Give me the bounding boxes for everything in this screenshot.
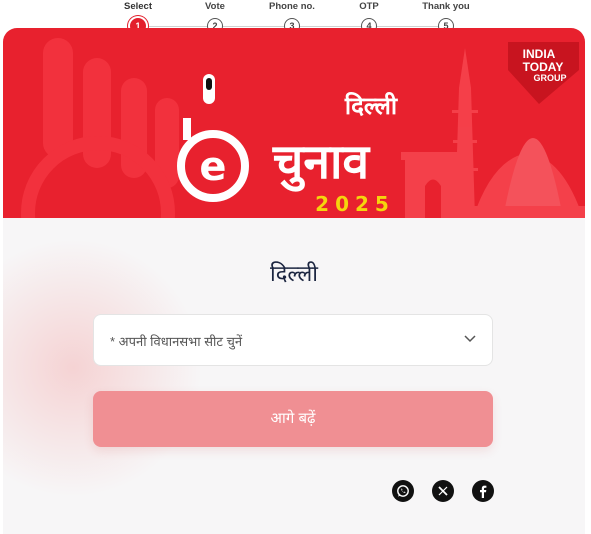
assembly-seat-select[interactable]: * अपनी विधानसभा सीट चुनें <box>93 314 493 366</box>
banner-year: 2025 <box>315 192 395 216</box>
step-label: Phone no. <box>269 1 315 12</box>
brand-line-today: TODAY <box>523 60 564 74</box>
hand-decoration-icon <box>21 38 179 218</box>
seat-select-placeholder: * अपनी विधानसभा सीट चुनें <box>110 334 243 349</box>
x-icon[interactable] <box>432 480 454 502</box>
brand-line-group: GROUP <box>533 73 566 83</box>
poll-card: INDIA TODAY GROUP e दिल्ली चुनाव 2025 दि… <box>3 28 585 534</box>
facebook-icon[interactable] <box>472 480 494 502</box>
india-today-logo-icon: INDIA TODAY GROUP <box>508 42 579 104</box>
india-gate-arch-icon <box>425 179 441 218</box>
e-chunav-logo: e दिल्ली चुनाव 2025 <box>177 74 398 216</box>
step-label: Select <box>124 1 152 12</box>
continue-button[interactable]: आगे बढ़ें <box>93 391 493 447</box>
whatsapp-icon[interactable] <box>392 480 414 502</box>
form-body: दिल्ली * अपनी विधानसभा सीट चुनें आगे बढ़… <box>3 218 585 534</box>
banner-artwork: INDIA TODAY GROUP e दिल्ली चुनाव 2025 <box>21 38 585 218</box>
banner-city: दिल्ली <box>344 92 398 120</box>
step-label: Thank you <box>422 1 470 12</box>
svg-text:e: e <box>199 144 226 190</box>
step-label: OTP <box>359 1 379 12</box>
share-bar <box>392 480 494 502</box>
chevron-down-icon <box>464 335 476 343</box>
election-banner: INDIA TODAY GROUP e दिल्ली चुनाव 2025 <box>3 28 585 218</box>
brand-line-india: INDIA <box>523 47 556 61</box>
banner-title: चुनाव <box>272 134 372 192</box>
poll-page: Select 1 Vote 2 Phone no. 3 OTP 4 Thank … <box>0 0 591 534</box>
form-title: दिल्ली <box>270 262 318 287</box>
step-label: Vote <box>205 1 225 12</box>
